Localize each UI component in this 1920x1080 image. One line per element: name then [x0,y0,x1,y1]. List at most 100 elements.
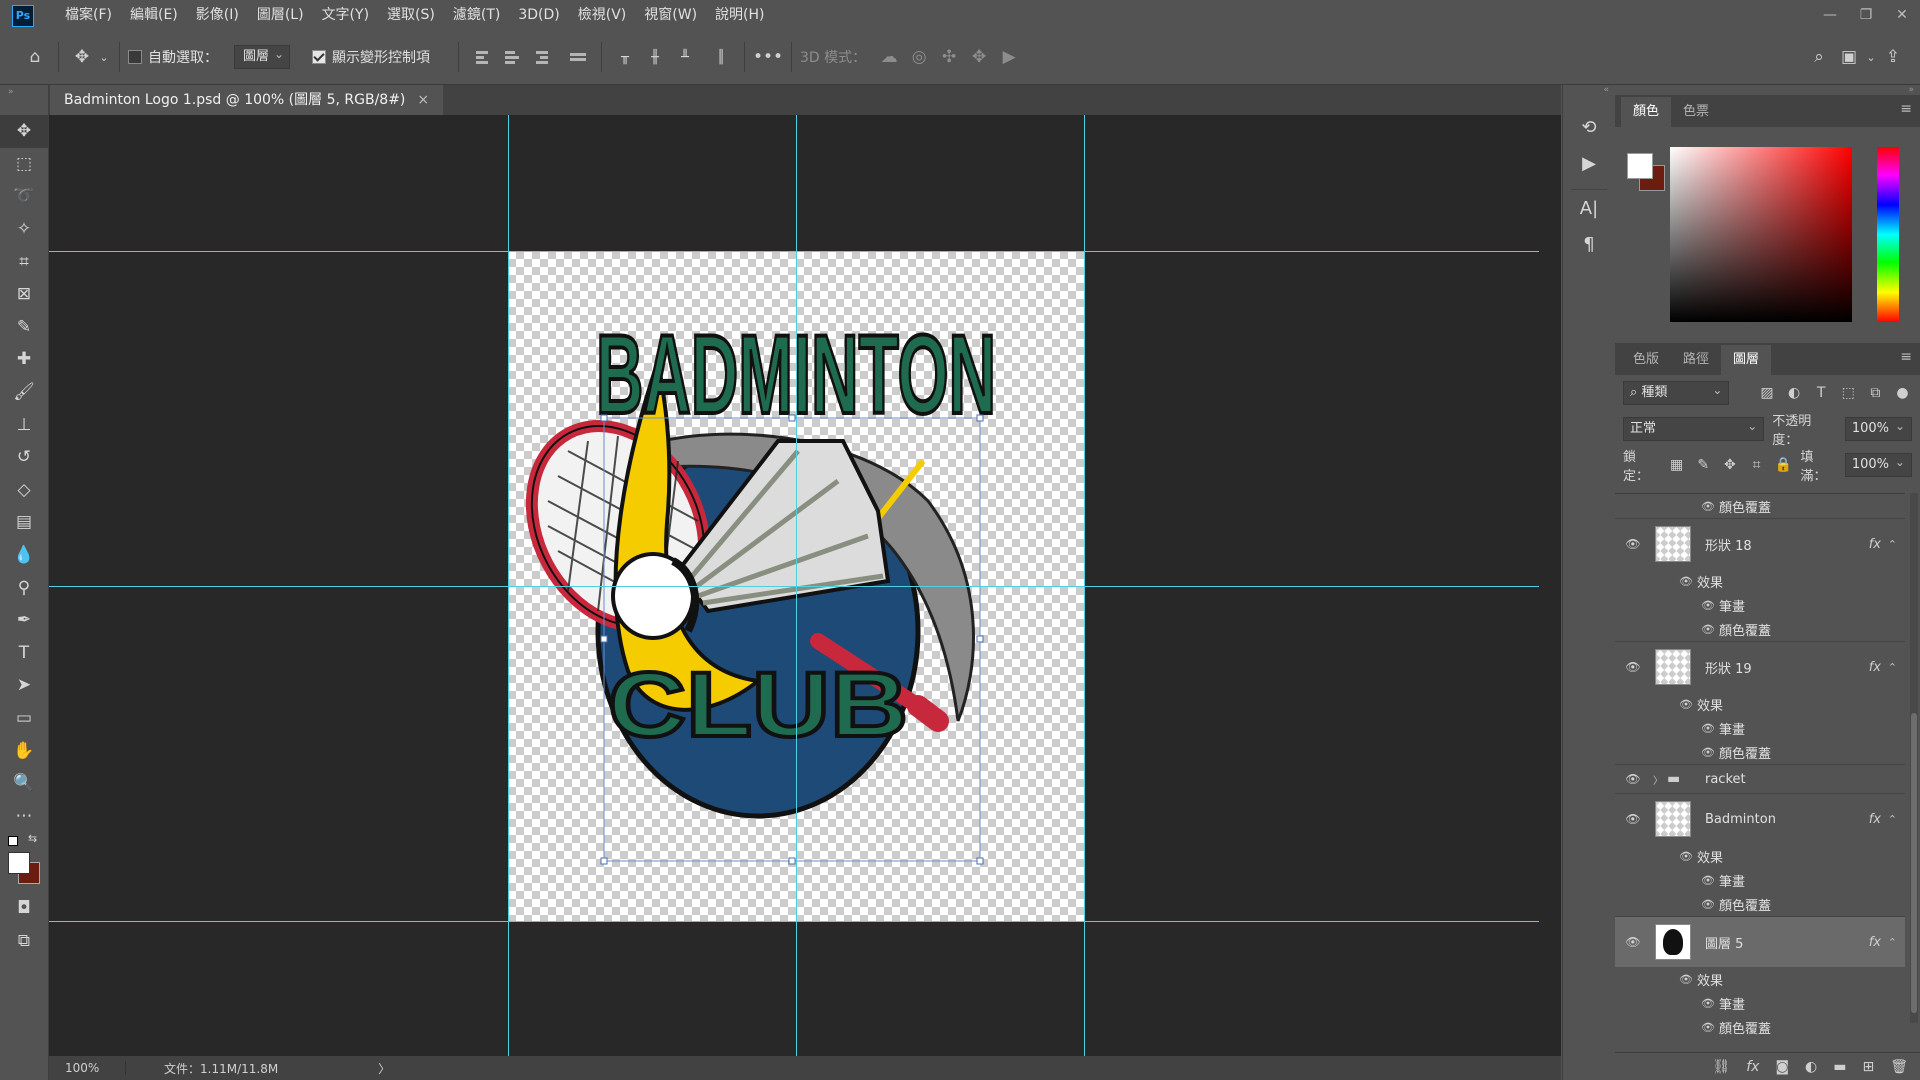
share-icon[interactable]: ⇪ [1878,42,1908,72]
layer-row[interactable]: 👁 形狀 19 fx ⌃ [1615,641,1905,692]
effect-row[interactable]: 👁 筆畫 [1615,716,1905,740]
fill-input[interactable]: 100% [1844,451,1912,477]
filter-adjustment-icon[interactable]: ◐ [1785,385,1804,401]
trash-icon[interactable]: 🗑 [1890,1059,1908,1075]
group-row[interactable]: 👁 〉 ▬ racket [1615,764,1905,793]
effects-group[interactable]: 👁 效果 [1615,967,1905,991]
show-transform-checkbox[interactable] [312,50,327,64]
link-layers-icon[interactable]: ⛓ [1712,1059,1730,1075]
minimize-button[interactable]: — [1812,0,1848,30]
eye-icon[interactable]: 👁 [1623,772,1643,786]
distribute-v-icon[interactable]: ║ [706,42,736,72]
marquee-tool-icon[interactable]: ⬚ [0,148,48,181]
path-select-icon[interactable]: ➤ [0,669,48,702]
type-tool-icon[interactable]: T [0,637,48,670]
eyedropper-icon[interactable]: ✎ [0,311,48,344]
add-mask-icon[interactable]: ◙ [1775,1059,1789,1075]
layer-name[interactable]: 圖層 5 [1705,933,1743,952]
3d-slide-icon[interactable]: ✥ [964,42,994,72]
eye-icon[interactable]: 👁 [1679,575,1693,588]
eye-icon[interactable]: 👁 [1679,850,1693,863]
3d-roll-icon[interactable]: ◎ [904,42,934,72]
eye-icon[interactable]: 👁 [1701,599,1715,612]
tab-paths[interactable]: 路徑 [1671,345,1721,375]
eye-icon[interactable]: 👁 [1701,874,1715,887]
color-picker-field[interactable] [1670,147,1852,322]
eye-icon[interactable]: 👁 [1701,500,1715,513]
add-style-icon[interactable]: fx [1746,1059,1759,1075]
fx-icon[interactable]: fx [1869,812,1881,827]
eye-icon[interactable]: 👁 [1623,660,1643,674]
layers-scrollbar[interactable] [1910,493,1918,1023]
menu-edit[interactable]: 編輯(E) [121,0,187,30]
search-icon[interactable]: ⌕ [1804,42,1834,72]
eye-icon[interactable]: 👁 [1701,623,1715,636]
chevron-up-icon[interactable]: ⌃ [1888,813,1897,826]
restore-button[interactable]: ❐ [1848,0,1884,30]
distribute-h-icon[interactable] [563,42,593,72]
workspace-icon[interactable]: ▣ [1834,42,1864,72]
group-name[interactable]: racket [1705,772,1746,787]
tab-channels[interactable]: 色版 [1621,345,1671,375]
lock-image-icon[interactable]: ✎ [1694,457,1713,473]
lasso-tool-icon[interactable]: ➰ [0,180,48,213]
lock-transparent-icon[interactable]: ▦ [1667,457,1686,473]
eye-icon[interactable]: 👁 [1701,997,1715,1010]
filter-type-icon[interactable]: T [1812,385,1831,401]
fx-icon[interactable]: fx [1869,537,1881,552]
chevron-up-icon[interactable]: ⌃ [1888,936,1897,949]
layer-name[interactable]: 形狀 18 [1705,535,1752,554]
menu-file[interactable]: 檔案(F) [56,0,121,30]
blend-mode-dropdown[interactable]: 正常 [1623,415,1765,441]
3d-pan-icon[interactable]: ✣ [934,42,964,72]
3d-orbit-icon[interactable]: ☁ [874,42,904,72]
filter-shape-icon[interactable]: ⬚ [1839,385,1858,401]
eye-icon[interactable]: 👁 [1701,746,1715,759]
effect-row[interactable]: 👁 顏色覆蓋 [1615,1015,1905,1037]
collapse-icon[interactable]: « [1563,85,1615,109]
effect-row[interactable]: 👁 顏色覆蓋 [1615,494,1905,518]
more-options-button[interactable]: ••• [753,42,783,72]
effect-row[interactable]: 👁 筆畫 [1615,868,1905,892]
layer-row-selected[interactable]: 👁 圖層 5 fx ⌃ [1615,916,1905,967]
more-tools-icon[interactable]: ⋯ [0,799,48,832]
chevron-up-icon[interactable]: ⌃ [1888,661,1897,674]
tab-color[interactable]: 顏色 [1621,97,1672,127]
close-tab-icon[interactable]: × [417,85,429,115]
layer-row[interactable]: 👁 Badminton fx ⌃ [1615,793,1905,844]
new-layer-icon[interactable]: ⊞ [1862,1059,1874,1075]
effects-group[interactable]: 👁 效果 [1615,844,1905,868]
move-tool-icon[interactable]: ✥ [0,115,48,148]
effect-row[interactable]: 👁 顏色覆蓋 [1615,617,1905,641]
tab-layers[interactable]: 圖層 [1721,345,1772,375]
healing-brush-icon[interactable]: ✚ [0,343,48,376]
character-panel-icon[interactable]: A| [1563,190,1615,226]
chevron-down-icon[interactable]: ⌄ [97,42,111,72]
pen-tool-icon[interactable]: ✒ [0,604,48,637]
align-left-icon[interactable] [467,42,497,72]
quick-mask-icon[interactable]: ◘ [0,892,48,925]
scrollbar-thumb[interactable] [1911,713,1917,1013]
eye-icon[interactable]: 👁 [1701,1021,1715,1034]
align-top-icon[interactable]: ╥ [610,42,640,72]
auto-select-target-dropdown[interactable]: 圖層 [234,43,291,69]
frame-tool-icon[interactable]: ⊠ [0,278,48,311]
layer-name[interactable]: Badminton [1705,812,1776,827]
document-tab[interactable]: Badminton Logo 1.psd @ 100% (圖層 5, RGB/8… [50,85,444,115]
crop-tool-icon[interactable]: ⌗ [0,245,48,278]
hand-tool-icon[interactable]: ✋ [0,734,48,767]
menu-type[interactable]: 文字(Y) [313,0,378,30]
menu-3d[interactable]: 3D(D) [509,0,568,30]
eye-icon[interactable]: 👁 [1679,698,1693,711]
fx-icon[interactable]: fx [1869,935,1881,950]
foreground-color-swatch[interactable] [1627,153,1653,179]
brush-tool-icon[interactable]: 🖌 [0,376,48,409]
gradient-tool-icon[interactable]: ▤ [0,506,48,539]
menu-window[interactable]: 視窗(W) [635,0,706,30]
new-group-icon[interactable]: ▬ [1833,1059,1846,1075]
history-panel-icon[interactable]: ⟲ [1563,109,1615,145]
opacity-input[interactable]: 100% [1844,415,1912,441]
menu-layer[interactable]: 圖層(L) [248,0,313,30]
effect-row[interactable]: 👁 筆畫 [1615,593,1905,617]
chevron-down-icon[interactable]: ⌄ [1864,42,1878,72]
